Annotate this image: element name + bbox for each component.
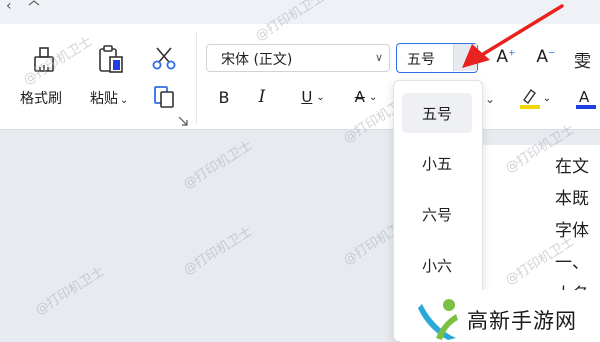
font-size-value: 五号 (407, 52, 435, 68)
font-size-option[interactable]: 六号 (402, 194, 472, 234)
watermark-text: @打印机卫士 (181, 224, 256, 279)
italic-button[interactable]: I (252, 86, 272, 108)
underline-icon: U (301, 88, 313, 106)
italic-icon: I (258, 87, 266, 107)
format-painter-label[interactable]: 格式刷 (20, 88, 62, 108)
annotation-arrow-icon (462, 4, 564, 68)
cut-button[interactable] (150, 45, 178, 71)
underline-button[interactable]: U ⌄ (294, 86, 332, 108)
bold-button[interactable]: B (214, 86, 234, 108)
font-size-option[interactable]: 小六 (402, 245, 472, 285)
font-color-button[interactable]: A (572, 84, 600, 112)
paste-button[interactable] (96, 43, 126, 75)
paste-icon (99, 45, 123, 73)
strikethrough-icon: A (354, 88, 365, 106)
chevron-down-icon[interactable]: ∨ (375, 51, 383, 64)
dialog-launcher-icon[interactable] (178, 116, 188, 126)
collapse-chevron-icon[interactable] (28, 0, 40, 6)
font-name-value: 宋体 (正文) (221, 52, 293, 68)
site-logo-text: 高新手游网 (467, 309, 577, 333)
back-chevron-icon[interactable]: ‹ (6, 0, 12, 14)
highlight-icon (519, 89, 540, 109)
paste-dropdown-icon[interactable]: ⌄ (120, 95, 128, 106)
doc-line: 在文 (555, 157, 589, 177)
site-logo-icon (418, 299, 458, 340)
font-size-option[interactable]: 小五 (402, 143, 472, 183)
font-color-icon: A (576, 88, 596, 109)
doc-line: 本既 (555, 189, 589, 209)
watermark-text: @打印机卫士 (181, 138, 256, 193)
font-size-option[interactable]: 五号 (402, 93, 472, 133)
phonetic-guide-button[interactable]: 雯 (574, 47, 591, 72)
strikethrough-dropdown-icon[interactable]: ⌄ (369, 92, 377, 103)
underline-dropdown-icon[interactable]: ⌄ (316, 92, 324, 103)
highlight-button[interactable]: ⌄ (518, 84, 552, 112)
copy-icon (154, 86, 174, 108)
watermark-text: @打印机卫士 (33, 264, 108, 319)
bold-icon: B (218, 87, 230, 107)
cut-icon (152, 47, 176, 70)
ribbon-divider (196, 32, 197, 124)
svg-text:A: A (579, 88, 590, 106)
text-effects-dropdown-icon[interactable]: ⌄ (485, 92, 495, 106)
copy-button[interactable] (151, 84, 177, 110)
highlight-dropdown-icon[interactable]: ⌄ (543, 93, 551, 104)
paste-label[interactable]: 粘贴 ⌄ (90, 88, 128, 108)
font-name-select[interactable]: 宋体 (正文) ∨ (206, 44, 390, 72)
